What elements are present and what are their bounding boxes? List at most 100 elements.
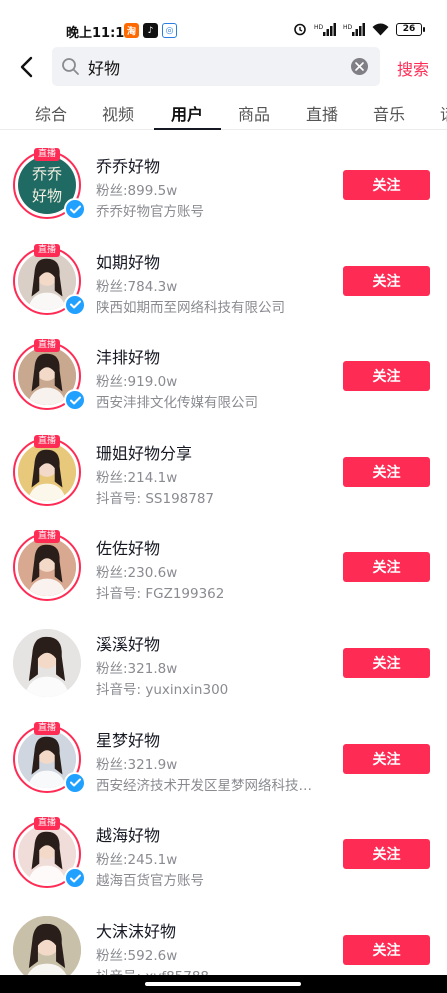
tiktok-icon: ♪ [143,23,158,38]
avatar[interactable]: 直播 [13,721,86,794]
verified-check-icon [64,389,86,412]
follow-button[interactable]: 关注 [343,839,430,870]
search-input[interactable] [88,54,348,80]
status-bar: 晚上11:17 淘 ♪ ◎ HD HD 26 [0,0,447,41]
chevron-left-icon [20,56,33,78]
tab-music[interactable]: 音乐 [373,101,405,125]
follow-button[interactable]: 关注 [343,456,430,487]
tab-live[interactable]: 直播 [306,101,338,125]
status-indicators: HD HD 26 [293,22,425,36]
wifi-icon [372,23,389,35]
user-description: 越海百货官方账号 [96,873,204,890]
user-name[interactable]: 星梦好物 [96,727,160,751]
verified-check-icon [64,198,86,220]
svg-text:HD: HD [314,24,324,31]
tab-comprehensive[interactable]: 综合 [35,101,67,125]
search-icon [62,58,79,75]
avatar[interactable] [13,915,81,984]
avatar[interactable]: 直播 [13,530,81,602]
avatar[interactable]: 乔乔 好物 直播 [13,148,86,220]
tab-users[interactable]: 用户 [171,101,203,125]
user-row[interactable]: 直播 星梦好物 粉丝:321.9w 西安经济技术开发区星梦网络科技… 关注 [0,711,447,807]
user-name[interactable]: 佐佐好物 [96,535,160,559]
tab-videos[interactable]: 视频 [102,101,134,125]
signal-icon-2: HD [343,22,365,36]
follower-count: 粉丝:230.6w [96,565,178,582]
battery-icon: 26 [396,22,425,36]
signal-icon: HD [314,22,336,36]
search-button[interactable]: 搜索 [397,56,429,80]
avatar-image [13,915,81,984]
follow-button[interactable]: 关注 [343,743,430,774]
avatar-photo [13,915,81,984]
result-tabs: 综合 视频 用户 商品 直播 音乐 话 [0,92,447,130]
user-row[interactable]: 直播 珊姐好物分享 粉丝:214.1w 抖音号: SS198787 关注 [0,424,447,520]
user-name[interactable]: 乔乔好物 [96,153,160,177]
tab-topics[interactable]: 话 [440,101,447,125]
live-ring [13,437,81,506]
live-badge: 直播 [33,339,61,353]
avatar-photo [18,442,76,501]
user-name[interactable]: 大沫沫好物 [96,918,176,942]
avatar-photo [13,628,81,697]
user-name[interactable]: 珊姐好物分享 [96,440,192,464]
user-name[interactable]: 如期好物 [96,249,160,273]
user-row[interactable]: 溪溪好物 粉丝:321.8w 抖音号: yuxinxin300 关注 [0,615,447,711]
clear-icon[interactable] [351,58,368,75]
live-badge: 直播 [33,721,61,735]
avatar[interactable]: 直播 [13,817,86,890]
follower-count: 粉丝:784.3w [96,278,178,295]
follower-count: 粉丝:592.6w [96,947,178,964]
user-name[interactable]: 越海好物 [96,822,160,846]
user-description: 抖音号: SS198787 [96,490,215,507]
live-badge: 直播 [33,243,61,257]
app-notification-icon: ◎ [162,23,177,38]
user-name[interactable]: 沣排好物 [96,344,160,368]
live-ring [13,533,81,602]
svg-text:HD: HD [343,24,353,31]
user-name[interactable]: 溪溪好物 [96,631,160,655]
taobao-icon: 淘 [124,23,139,38]
active-tab-indicator [154,128,221,130]
user-row[interactable]: 乔乔 好物 直播 乔乔好物 粉丝:899.5w 乔乔好物官方账号 关注 [0,137,447,233]
follow-button[interactable]: 关注 [343,934,430,965]
follower-count: 粉丝:899.5w [96,183,178,199]
verified-check-icon [64,293,86,316]
avatar[interactable] [13,628,81,697]
live-badge: 直播 [33,817,61,831]
home-indicator[interactable] [145,982,301,986]
status-app-icons: 淘 ♪ ◎ [124,23,177,38]
search-box[interactable] [52,47,380,86]
avatar[interactable]: 直播 [13,434,81,506]
follow-button[interactable]: 关注 [343,361,430,392]
follow-button[interactable]: 关注 [343,552,430,583]
follower-count: 粉丝:214.1w [96,469,178,486]
avatar[interactable]: 直播 [13,339,86,412]
user-row[interactable]: 直播 佐佐好物 粉丝:230.6w 抖音号: FGZ199362 关注 [0,519,447,615]
verified-check-icon [64,867,86,890]
follower-count: 粉丝:919.0w [96,374,178,391]
user-row[interactable]: 直播 越海好物 粉丝:245.1w 越海百货官方账号 关注 [0,806,447,902]
live-badge: 直播 [33,148,61,161]
avatar-image [13,628,81,697]
avatar-photo [18,538,76,597]
user-description: 陕西如期而至网络科技有限公司 [96,299,285,316]
follower-count: 粉丝:321.8w [96,660,178,677]
user-result-list: 乔乔 好物 直播 乔乔好物 粉丝:899.5w 乔乔好物官方账号 关注 直播 如期… [0,137,447,993]
avatar[interactable]: 直播 [13,243,86,316]
avatar-image [18,442,76,501]
search-header: 搜索 [0,44,447,90]
follow-button[interactable]: 关注 [343,647,430,678]
follower-count: 粉丝:245.1w [96,852,178,869]
verified-check-icon [64,771,86,794]
tab-products[interactable]: 商品 [238,101,270,125]
alarm-icon [294,23,306,36]
avatar-image [18,538,76,597]
follow-button[interactable]: 关注 [343,265,430,296]
user-row[interactable]: 直播 如期好物 粉丝:784.3w 陕西如期而至网络科技有限公司 关注 [0,233,447,329]
user-row[interactable]: 直播 沣排好物 粉丝:919.0w 西安沣排文化传媒有限公司 关注 [0,328,447,424]
follow-button[interactable]: 关注 [343,170,430,200]
back-button[interactable] [12,52,40,82]
follower-count: 粉丝:321.9w [96,756,178,773]
user-description: 乔乔好物官方账号 [96,204,204,220]
